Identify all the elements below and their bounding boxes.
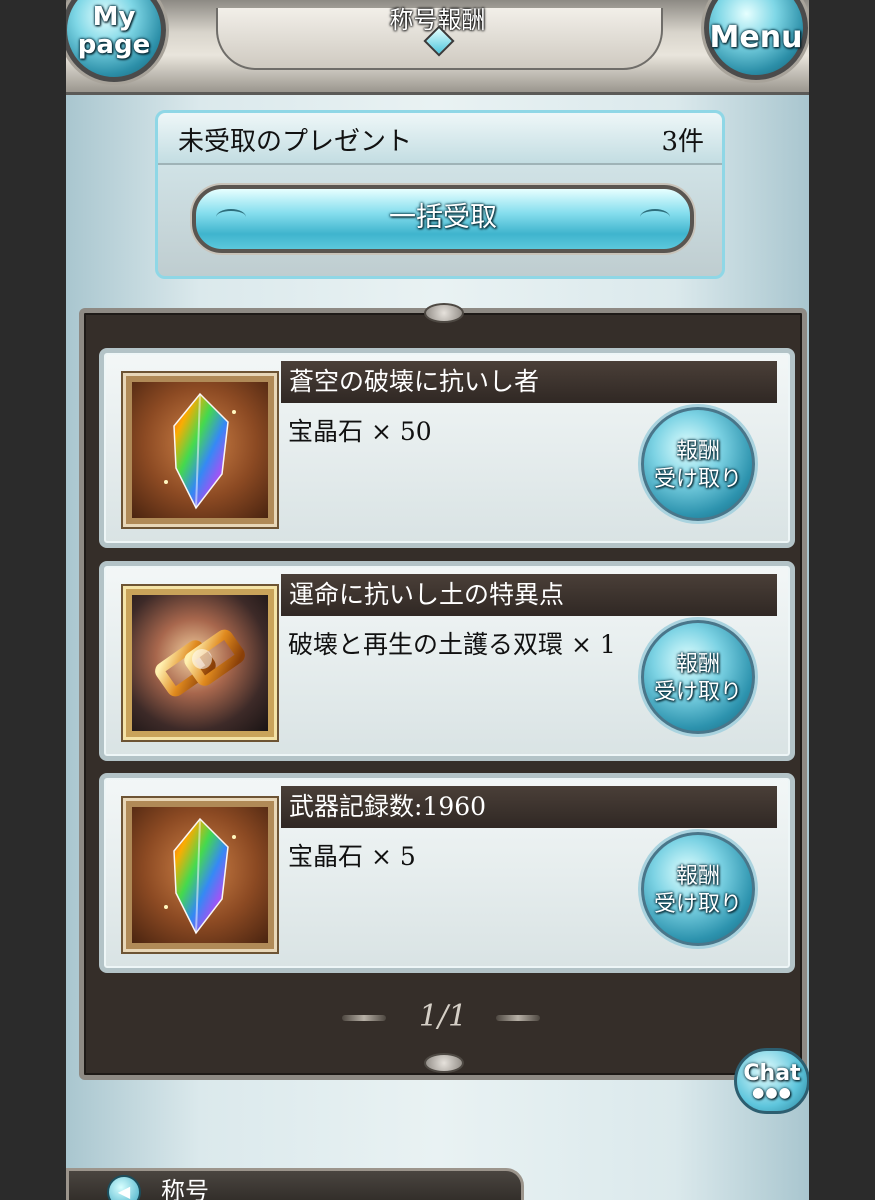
reward-item: 武器記録数:1960 宝晶石 × 5 報酬 受け取り — [99, 773, 795, 973]
pager-next-ornament — [496, 1015, 540, 1021]
bulk-receive-label: 一括受取 — [389, 202, 497, 233]
reward-description: 宝晶石 × 5 — [288, 842, 416, 871]
claim-label-line2: 受け取り — [653, 467, 742, 492]
claim-reward-button[interactable]: 報酬 受け取り — [641, 620, 755, 734]
claim-label-line2: 受け取り — [653, 892, 742, 917]
rainbow-crystal-icon — [164, 817, 236, 935]
claim-label-line1: 報酬 — [675, 652, 720, 677]
ornament-left-icon — [216, 209, 246, 225]
panel-bottom-ornament-icon — [424, 1053, 464, 1073]
reward-panel: 蒼空の破壊に抗いし者 宝晶石 × 50 報酬 受け取り 運命に抗いし土の特異点 … — [79, 303, 807, 1080]
twin-ring-icon — [155, 629, 245, 697]
item-icon-frame — [123, 798, 277, 952]
reward-title: 武器記録数:1960 — [281, 786, 777, 828]
chat-dots-icon: ●●● — [752, 1085, 792, 1101]
reward-description: 破壊と再生の土護る双環 × 1 — [288, 630, 616, 659]
claim-label-line1: 報酬 — [675, 864, 720, 889]
bottom-nav-tab[interactable]: ◀ 称号 — [66, 1168, 524, 1200]
bottom-nav-label: 称号 — [161, 1177, 209, 1200]
present-label: 未受取のプレゼント — [178, 127, 413, 157]
rainbow-crystal-icon — [164, 392, 236, 510]
back-arrow-icon[interactable]: ◀ — [107, 1175, 141, 1200]
reward-title: 蒼空の破壊に抗いし者 — [281, 361, 777, 403]
chat-label: Chat — [743, 1061, 801, 1086]
chat-button[interactable]: Chat ●●● — [734, 1048, 809, 1114]
left-letterbox — [0, 0, 66, 1200]
reward-item: 運命に抗いし土の特異点 破壊と再生の土護る双環 × 1 報酬 受け取り — [99, 561, 795, 761]
reward-description: 宝晶石 × 50 — [288, 417, 432, 446]
reward-item: 蒼空の破壊に抗いし者 宝晶石 × 50 報酬 受け取り — [99, 348, 795, 548]
present-count: 3件 — [661, 127, 704, 157]
panel-top-ornament-icon — [424, 303, 464, 323]
right-letterbox — [809, 0, 875, 1200]
bulk-receive-button[interactable]: 一括受取 — [192, 185, 694, 253]
header: 称号報酬 — [66, 0, 809, 95]
claim-reward-button[interactable]: 報酬 受け取り — [641, 407, 755, 521]
claim-reward-button[interactable]: 報酬 受け取り — [641, 832, 755, 946]
item-icon-frame — [123, 586, 277, 740]
item-icon-frame — [123, 373, 277, 527]
reward-title: 運命に抗いし土の特異点 — [281, 574, 777, 616]
ornament-right-icon — [640, 209, 670, 225]
claim-label-line2: 受け取り — [653, 680, 742, 705]
present-bar: 未受取のプレゼント 3件 — [158, 113, 722, 165]
claim-label-line1: 報酬 — [675, 439, 720, 464]
game-screen: 称号報酬 My page Menu 未受取のプレゼント 3件 一括受取 蒼空の破… — [66, 0, 809, 1200]
page-indicator: 1/1 — [418, 999, 468, 1034]
present-box: 未受取のプレゼント 3件 一括受取 — [155, 110, 725, 279]
